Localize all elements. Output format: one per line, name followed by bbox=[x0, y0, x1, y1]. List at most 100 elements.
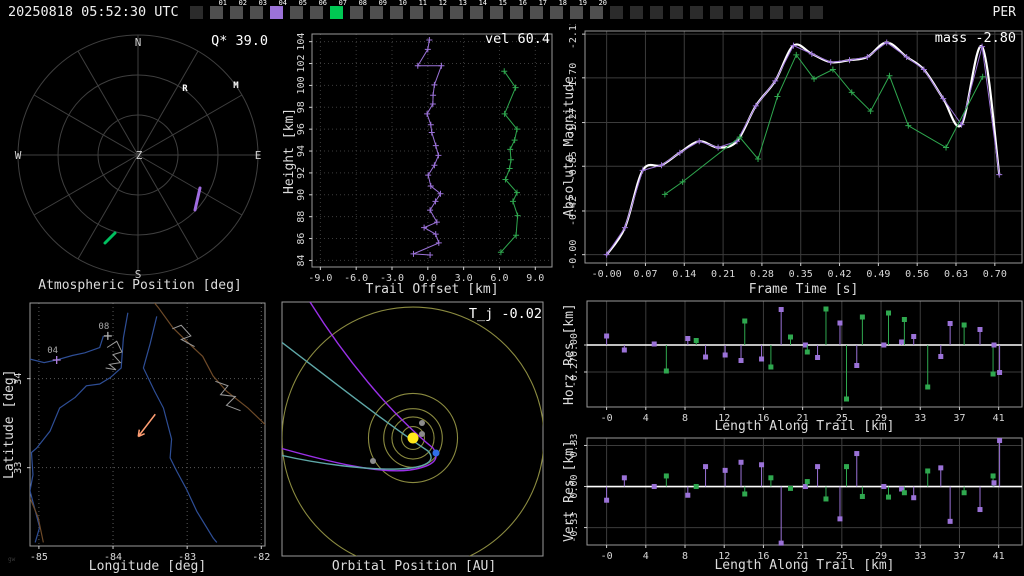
station-indicator-empty[interactable] bbox=[750, 6, 763, 19]
station-indicator-04[interactable]: 04 bbox=[270, 0, 287, 19]
station-indicator-08[interactable]: 08 bbox=[350, 0, 367, 19]
station-indicator-label: 06 bbox=[318, 0, 327, 7]
station-indicator-empty[interactable] bbox=[650, 6, 663, 19]
station-indicator-empty[interactable] bbox=[730, 6, 743, 19]
y-tick-label: 92 bbox=[296, 167, 307, 179]
station-indicator-label: 20 bbox=[598, 0, 607, 7]
trail-offset-xlabel: Trail Offset [km] bbox=[365, 282, 499, 297]
station-indicator-label: 19 bbox=[578, 0, 587, 7]
map-features: 04 08 bbox=[30, 303, 265, 543]
trail-offset-plot: -9.0 -6.0 -3.0 0.0 3.0 6.0 9.08486889092949698… bbox=[296, 33, 553, 284]
length-along-trail-xlabel-top: Length Along Trail [km] bbox=[714, 419, 895, 434]
residual-marker bbox=[886, 310, 892, 316]
station-indicator-label: 10 bbox=[398, 0, 407, 7]
station-indicator-empty[interactable] bbox=[690, 6, 703, 19]
station-indicator-label: 13 bbox=[458, 0, 467, 7]
station-indicator-label: 12 bbox=[438, 0, 447, 7]
state-border-0 bbox=[154, 303, 265, 426]
station-indicator-11[interactable]: 11 bbox=[410, 0, 427, 19]
residual-marker bbox=[837, 320, 843, 326]
residual-marker bbox=[738, 459, 744, 465]
radiant-label-R: R bbox=[182, 84, 188, 94]
residual-marker bbox=[621, 347, 627, 353]
station-indicator-label: 05 bbox=[298, 0, 307, 7]
station-indicator-10[interactable]: 10 bbox=[390, 0, 407, 19]
residual-marker bbox=[844, 396, 850, 402]
map-station-label-08: 08 bbox=[98, 322, 109, 332]
map-watermark: gw bbox=[8, 556, 16, 563]
station-indicator-13[interactable]: 13 bbox=[450, 0, 467, 19]
station-indicator-18[interactable]: 18 bbox=[550, 0, 567, 19]
station-indicator-14[interactable]: 14 bbox=[470, 0, 487, 19]
station-indicator-label: 09 bbox=[378, 0, 387, 7]
trail-series-station-07 bbox=[497, 68, 521, 256]
station-indicator-09[interactable]: 09 bbox=[370, 0, 387, 19]
station-indicator-label: 17 bbox=[538, 0, 547, 7]
station-indicator-empty[interactable] bbox=[790, 6, 803, 19]
series-line bbox=[606, 41, 1000, 255]
station-indicator-empty[interactable] bbox=[610, 6, 623, 19]
x-tick-label: 0.63 bbox=[944, 269, 968, 280]
residual-marker bbox=[804, 349, 810, 355]
residual-marker bbox=[663, 473, 669, 479]
map-station-04 bbox=[52, 355, 61, 364]
residual-marker bbox=[787, 334, 793, 340]
station-indicator-empty[interactable] bbox=[710, 6, 723, 19]
top-status-bar: 20250818 05:52:30 UTC 01 02 03 04 05 06 07 08 09… bbox=[0, 0, 1024, 24]
cardinal-west: W bbox=[15, 149, 22, 162]
residual-marker bbox=[722, 352, 728, 358]
mass-value: mass -2.80 bbox=[934, 30, 1016, 46]
residual-marker bbox=[938, 354, 944, 359]
planet-dot-2 bbox=[370, 458, 376, 464]
y-tick-label: 84 bbox=[296, 254, 307, 266]
plot-frame bbox=[586, 300, 1023, 408]
station-indicator-17[interactable]: 17 bbox=[530, 0, 547, 19]
residual-marker bbox=[837, 516, 843, 522]
station-indicator-01[interactable]: 01 bbox=[210, 0, 227, 19]
station-indicator-label: 11 bbox=[418, 0, 427, 7]
residual-marker bbox=[911, 495, 917, 501]
residual-marker bbox=[768, 364, 774, 370]
residual-marker bbox=[703, 354, 709, 360]
vert-res-axes: -0 4 8 12 16 21 25 29 33 37 410.330.00-0.33 bbox=[569, 433, 1023, 562]
residual-marker bbox=[693, 338, 699, 343]
station-indicator-07[interactable]: 07 bbox=[330, 0, 347, 19]
station-indicator-empty[interactable] bbox=[630, 6, 643, 19]
residual-marker bbox=[859, 314, 865, 320]
station-indicator-empty[interactable] bbox=[810, 6, 823, 19]
station-indicator-20[interactable]: 20 bbox=[590, 0, 607, 19]
station-indicator-empty[interactable] bbox=[190, 6, 203, 19]
station-indicator-empty[interactable] bbox=[770, 6, 783, 19]
station-indicator-15[interactable]: 15 bbox=[490, 0, 507, 19]
vert-res-ylabel: Vert Res [km] bbox=[562, 440, 577, 543]
trail-offset-panel: -9.0 -6.0 -3.0 0.0 3.0 6.0 9.0 84 86 88 90 92 94 96 98… bbox=[280, 24, 560, 298]
station-indicator-12[interactable]: 12 bbox=[430, 0, 447, 19]
station-indicator-row: 01 02 03 04 05 06 07 08 09 10 11 12 13 14 15 16 17 18 19 20 bbox=[190, 0, 823, 19]
residual-marker bbox=[990, 371, 996, 377]
station-indicator-02[interactable]: 02 bbox=[230, 0, 247, 19]
residual-marker bbox=[899, 339, 905, 345]
residual-marker bbox=[663, 368, 669, 374]
city-outline-2 bbox=[215, 380, 241, 412]
utc-timestamp: 20250818 05:52:30 UTC bbox=[8, 4, 179, 20]
station-indicator-06[interactable]: 06 bbox=[310, 0, 327, 19]
residual-marker bbox=[742, 318, 748, 324]
station-indicator-empty[interactable] bbox=[670, 6, 683, 19]
series-line bbox=[500, 70, 519, 253]
y-tick-label: 100 bbox=[296, 76, 307, 94]
station-indicator-16[interactable]: 16 bbox=[510, 0, 527, 19]
residual-marker bbox=[815, 464, 821, 470]
residual-marker bbox=[938, 465, 944, 471]
residual-marker bbox=[977, 327, 983, 332]
residual-marker bbox=[990, 473, 996, 479]
polar-spoke bbox=[77, 154, 139, 260]
residual-marker bbox=[823, 496, 829, 502]
residual-marker bbox=[651, 341, 657, 347]
plot-frame bbox=[586, 437, 1023, 546]
station-indicator-05[interactable]: 05 bbox=[290, 0, 307, 19]
station-indicator-19[interactable]: 19 bbox=[570, 0, 587, 19]
residual-marker bbox=[997, 437, 1003, 443]
residual-marker bbox=[787, 485, 793, 491]
station-indicator-03[interactable]: 03 bbox=[250, 0, 267, 19]
x-tick-label: 0.21 bbox=[711, 269, 735, 280]
